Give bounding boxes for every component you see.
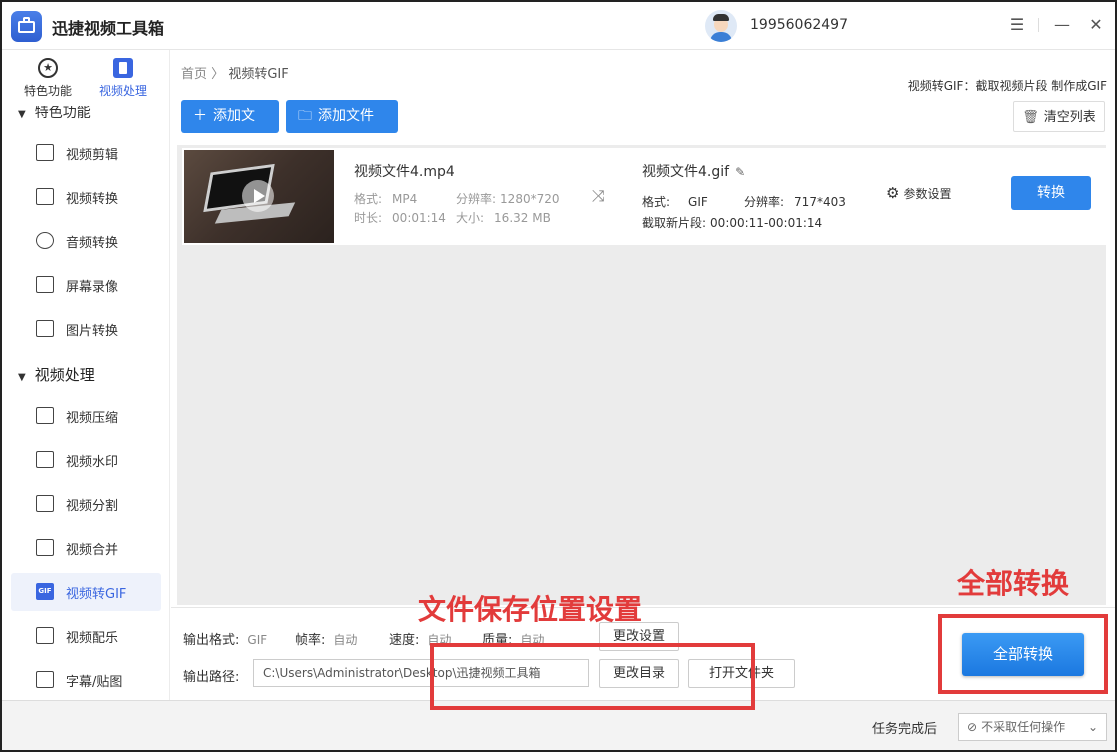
film-icon	[113, 58, 133, 78]
title-separator	[1038, 18, 1039, 32]
breadcrumb: 首页 〉 视频转GIF	[181, 63, 289, 82]
screen-record-icon	[36, 276, 54, 293]
source-format: 格式: MP4	[354, 192, 418, 206]
trash-icon: 🗑	[1022, 110, 1039, 125]
tab-video-processing[interactable]: 视频处理	[88, 58, 158, 99]
close-icon[interactable]: ✕	[1083, 12, 1109, 38]
sidebar-item-video-to-gif[interactable]: GIF 视频转GIF	[11, 573, 161, 611]
tab-featured-label: 特色功能	[23, 84, 72, 98]
after-task-label: 任务完成后	[872, 722, 938, 737]
sidebar-item-video-music[interactable]: 视频配乐	[11, 617, 161, 655]
minimize-icon[interactable]: —	[1049, 12, 1075, 38]
annotation-save-location-label: 文件保存位置设置	[418, 593, 643, 626]
page-description: 视频转GIF：截取视频片段 制作成GIF	[907, 79, 1107, 93]
folder-icon: 🗀	[298, 108, 312, 124]
after-task-select[interactable]: ⊘ 不采取任何操作 ⌄	[958, 713, 1107, 741]
convert-button[interactable]: 转换	[1011, 176, 1091, 210]
watermark-icon	[36, 451, 54, 468]
crop-icon	[36, 144, 54, 161]
tab-video-processing-label: 视频处理	[98, 84, 147, 98]
play-icon[interactable]	[242, 180, 274, 212]
tab-featured[interactable]: ★ 特色功能	[13, 58, 83, 99]
gif-icon: GIF	[36, 583, 54, 600]
app-logo-icon	[11, 11, 42, 42]
star-icon: ★	[38, 58, 58, 78]
subtitle-icon	[36, 671, 54, 688]
breadcrumb-current: 视频转GIF	[228, 67, 289, 82]
breadcrumb-home[interactable]: 首页	[181, 67, 207, 82]
user-avatar[interactable]	[705, 10, 737, 42]
plus-icon: ＋	[193, 108, 207, 124]
gear-icon: ⚙	[886, 184, 900, 202]
sidebar-item-video-edit[interactable]: 视频剪辑	[11, 134, 161, 172]
sidebar: ★ 特色功能 视频处理 ▼ 特色功能 视频剪辑 视频转换 音频转换 屏幕录像 图片…	[2, 50, 170, 700]
edit-pencil-icon[interactable]: ✎	[735, 165, 745, 179]
video-thumbnail[interactable]	[184, 150, 334, 243]
sidebar-item-video-merge[interactable]: 视频合并	[11, 529, 161, 567]
menu-icon[interactable]: ☰	[1004, 12, 1030, 38]
main-panel: 首页 〉 视频转GIF 视频转GIF：截取视频片段 制作成GIF ＋添加文件 🗀…	[171, 50, 1115, 700]
compress-icon	[36, 407, 54, 424]
annotation-convert-all-box	[938, 614, 1108, 694]
output-path-label: 输出路径:	[183, 670, 240, 685]
sidebar-item-screen-record[interactable]: 屏幕录像	[11, 266, 161, 304]
app-title: 迅捷视频工具箱	[52, 19, 165, 38]
output-resolution: 分辨率: 717*403	[744, 195, 846, 209]
sidebar-item-audio-convert[interactable]: 音频转换	[11, 222, 161, 260]
output-format-setting: 输出格式: GIF	[183, 633, 268, 648]
audio-icon	[36, 232, 54, 249]
params-settings-button[interactable]: ⚙ 参数设置	[886, 184, 951, 202]
sidebar-item-video-watermark[interactable]: 视频水印	[11, 441, 161, 479]
shuffle-icon: ⤨	[592, 186, 605, 205]
annotation-save-location-box	[430, 643, 755, 710]
add-folder-button[interactable]: 🗀添加文件夹	[286, 100, 398, 157]
user-phone[interactable]: 19956062497	[750, 17, 848, 33]
split-icon	[36, 495, 54, 512]
image-icon	[36, 320, 54, 337]
breadcrumb-separator: 〉	[211, 67, 225, 82]
output-format: 格式: GIF	[642, 195, 708, 209]
source-resolution: 分辨率: 1280*720	[456, 192, 560, 206]
collapse-arrow-icon: ▼	[18, 372, 26, 383]
output-file-name[interactable]: 视频文件4.gif ✎	[642, 161, 745, 181]
clear-list-button[interactable]: 🗑 清空列表	[1013, 101, 1105, 132]
annotation-convert-all-label: 全部转换	[957, 567, 1070, 600]
sidebar-item-video-convert[interactable]: 视频转换	[11, 178, 161, 216]
sidebar-item-image-convert[interactable]: 图片转换	[11, 310, 161, 348]
no-action-icon: ⊘	[967, 720, 978, 734]
sidebar-item-video-compress[interactable]: 视频压缩	[11, 397, 161, 435]
sidebar-item-video-split[interactable]: 视频分割	[11, 485, 161, 523]
music-icon	[36, 627, 54, 644]
sidebar-item-subtitle-sticker[interactable]: 字幕/贴图	[11, 661, 161, 699]
output-clip-range: 截取新片段: 00:00:11-00:01:14	[642, 216, 823, 230]
title-bar: 迅捷视频工具箱 19956062497 ☰ — ✕	[2, 2, 1115, 50]
file-item: 视频文件4.mp4 格式: MP4 分辨率: 1280*720 时长: 00:01:1…	[182, 148, 1106, 245]
video-convert-icon	[36, 188, 54, 205]
source-file-name: 视频文件4.mp4	[354, 164, 455, 180]
source-size: 大小: 16.32 MB	[456, 211, 551, 225]
chevron-down-icon: ⌄	[1087, 720, 1098, 734]
fps-setting: 帧率: 自动	[295, 633, 358, 648]
sidebar-tabs: ★ 特色功能 视频处理	[2, 50, 169, 106]
merge-icon	[36, 539, 54, 556]
group-video-processing-title[interactable]: ▼ 视频处理	[18, 364, 95, 385]
file-list: 视频文件4.mp4 格式: MP4 分辨率: 1280*720 时长: 00:01:1…	[177, 145, 1106, 605]
add-file-button[interactable]: ＋添加文件	[181, 100, 279, 157]
source-duration: 时长: 00:01:14	[354, 211, 446, 225]
